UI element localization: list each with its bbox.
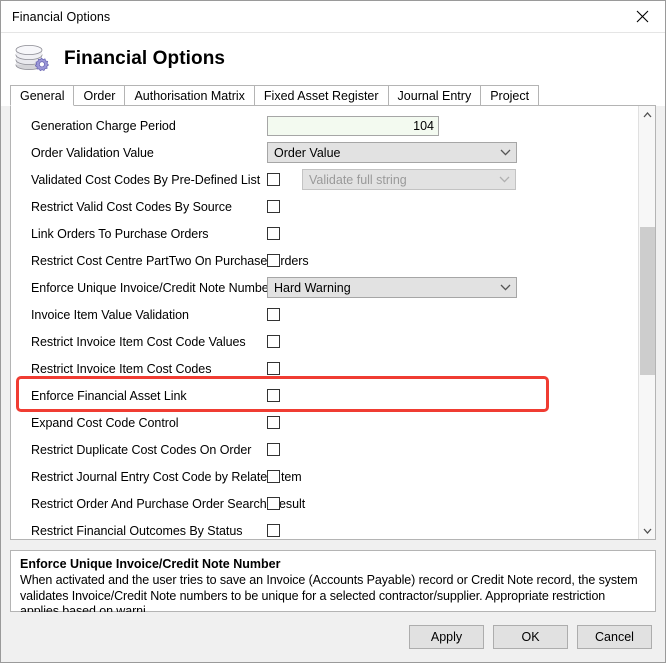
option-control xyxy=(267,200,638,213)
option-label: Expand Cost Code Control xyxy=(31,415,179,430)
option-label: Restrict Order And Purchase Order Search… xyxy=(31,496,306,511)
option-row: Enforce Unique Invoice/Credit Note Numbe… xyxy=(11,274,638,301)
option-label: Restrict Cost Centre PartTwo On Purchase… xyxy=(31,253,309,268)
option-label: Generation Charge Period xyxy=(31,118,176,133)
description-panel: Enforce Unique Invoice/Credit Note Numbe… xyxy=(10,550,656,618)
description-title: Enforce Unique Invoice/Credit Note Numbe… xyxy=(20,557,281,571)
option-control xyxy=(267,115,638,136)
chevron-down-icon xyxy=(500,149,511,156)
option-checkbox[interactable] xyxy=(267,389,280,402)
option-row: Restrict Valid Cost Codes By Source xyxy=(11,193,638,220)
option-control xyxy=(267,335,638,348)
scrollbar-thumb[interactable] xyxy=(640,227,655,375)
tab-project[interactable]: Project xyxy=(480,85,540,106)
vertical-scrollbar[interactable] xyxy=(638,106,655,539)
tab-fixed-asset-register[interactable]: Fixed Asset Register xyxy=(253,85,389,106)
option-checkbox[interactable] xyxy=(267,227,280,240)
option-checkbox[interactable] xyxy=(267,254,280,267)
chevron-down-icon xyxy=(500,284,511,291)
option-label: Restrict Invoice Item Cost Code Values xyxy=(31,334,246,349)
scrollbar-track[interactable] xyxy=(639,123,655,522)
option-label: Order Validation Value xyxy=(31,145,154,160)
option-control xyxy=(267,389,638,402)
window-title: Financial Options xyxy=(12,9,111,24)
option-row: Restrict Order And Purchase Order Search… xyxy=(11,490,638,517)
titlebar: Financial Options xyxy=(1,1,665,33)
scroll-up-icon[interactable] xyxy=(639,106,656,123)
dropdown-value: Order Value xyxy=(274,145,341,160)
close-icon[interactable] xyxy=(619,1,665,32)
tab-strip: General Order Authorisation Matrix Fixed As… xyxy=(1,85,665,106)
cancel-button[interactable]: Cancel xyxy=(577,625,652,649)
option-row: Enforce Financial Asset Link xyxy=(11,382,638,409)
option-checkbox[interactable] xyxy=(267,443,280,456)
footer-buttons: Apply OK Cancel xyxy=(1,612,665,662)
option-control xyxy=(267,497,638,510)
page-header: Financial Options xyxy=(1,33,665,85)
option-label: Enforce Financial Asset Link xyxy=(31,388,187,403)
option-label: Restrict Invoice Item Cost Codes xyxy=(31,361,212,376)
option-label: Restrict Journal Entry Cost Code by Rela… xyxy=(31,469,302,484)
option-row: Restrict Cost Centre PartTwo On Purchase… xyxy=(11,247,638,274)
option-control xyxy=(267,524,638,537)
option-checkbox[interactable] xyxy=(267,524,280,537)
option-row: Restrict Financial Outcomes By Status xyxy=(11,517,638,539)
option-label: Restrict Duplicate Cost Codes On Order xyxy=(31,442,252,457)
dropdown-value: Hard Warning xyxy=(274,280,351,295)
option-row: Link Orders To Purchase Orders xyxy=(11,220,638,247)
tab-journal-entry[interactable]: Journal Entry xyxy=(387,85,482,106)
option-checkbox[interactable] xyxy=(267,470,280,483)
option-dropdown[interactable]: Order Value xyxy=(267,142,517,163)
option-checkbox[interactable] xyxy=(267,173,280,186)
option-row: Restrict Invoice Item Cost Codes xyxy=(11,355,638,382)
option-control xyxy=(267,254,638,267)
option-control: Hard Warning xyxy=(267,277,638,298)
option-control xyxy=(267,416,638,429)
option-label: Enforce Unique Invoice/Credit Note Numbe… xyxy=(31,280,273,295)
option-row: Expand Cost Code Control xyxy=(11,409,638,436)
option-row: Restrict Duplicate Cost Codes On Order xyxy=(11,436,638,463)
option-control xyxy=(267,470,638,483)
options-list: Generation Charge Period Order Validation… xyxy=(11,106,638,539)
option-checkbox[interactable] xyxy=(267,200,280,213)
option-checkbox[interactable] xyxy=(267,362,280,375)
option-row: Restrict Invoice Item Cost Code Values xyxy=(11,328,638,355)
option-row: Order Validation Value Order Value xyxy=(11,139,638,166)
option-dropdown[interactable]: Hard Warning xyxy=(267,277,517,298)
option-control xyxy=(267,362,638,375)
option-row: Restrict Journal Entry Cost Code by Rela… xyxy=(11,463,638,490)
apply-button[interactable]: Apply xyxy=(409,625,484,649)
option-checkbox[interactable] xyxy=(267,416,280,429)
page-title: Financial Options xyxy=(64,48,226,69)
option-label: Validated Cost Codes By Pre-Defined List xyxy=(31,172,261,187)
option-label: Restrict Valid Cost Codes By Source xyxy=(31,199,232,214)
ok-button[interactable]: OK xyxy=(493,625,568,649)
generation-charge-period-input[interactable] xyxy=(267,115,439,136)
dropdown-value: Validate full string xyxy=(309,172,407,187)
tab-authorisation-matrix[interactable]: Authorisation Matrix xyxy=(124,85,255,106)
option-control: Validate full string xyxy=(267,169,638,190)
option-checkbox[interactable] xyxy=(267,335,280,348)
coins-gear-icon xyxy=(10,39,54,79)
tab-general[interactable]: General xyxy=(10,85,75,106)
option-label: Restrict Financial Outcomes By Status xyxy=(31,523,243,538)
option-row: Generation Charge Period xyxy=(11,112,638,139)
option-control xyxy=(267,227,638,240)
option-control xyxy=(267,443,638,456)
financial-options-window: Financial Options Financial Options Gene… xyxy=(0,0,666,663)
option-checkbox[interactable] xyxy=(267,308,280,321)
option-label: Invoice Item Value Validation xyxy=(31,307,189,322)
option-row: Validated Cost Codes By Pre-Defined List… xyxy=(11,166,638,193)
option-label: Link Orders To Purchase Orders xyxy=(31,226,209,241)
scroll-down-icon[interactable] xyxy=(639,522,656,539)
option-control xyxy=(267,308,638,321)
tab-order[interactable]: Order xyxy=(73,85,126,106)
option-checkbox[interactable] xyxy=(267,497,280,510)
option-control: Order Value xyxy=(267,142,638,163)
chevron-down-icon xyxy=(499,176,510,183)
options-panel: Generation Charge Period Order Validation… xyxy=(10,106,656,540)
option-row: Invoice Item Value Validation xyxy=(11,301,638,328)
option-dropdown-disabled: Validate full string xyxy=(302,169,516,190)
